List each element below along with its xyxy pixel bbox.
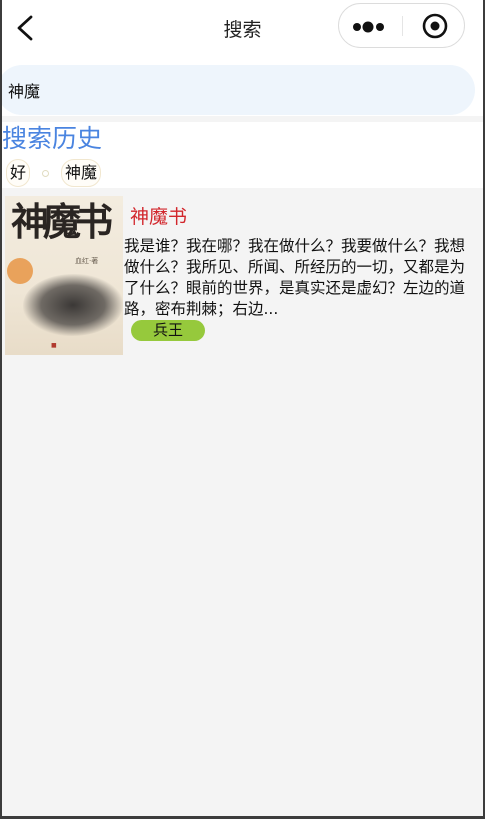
cover-dragon-ink-graphic — [23, 274, 123, 336]
navigation-bar: 搜索 — [2, 0, 483, 56]
book-description: 我是谁？我在哪？我在做什么？我要做什么？我想做什么？我所见、所闻、所经历的一切，… — [124, 237, 466, 318]
history-tag[interactable]: 神魔 — [61, 159, 102, 187]
close-mini-program-button[interactable] — [417, 11, 453, 41]
history-tag[interactable]: 好 — [6, 159, 31, 187]
author-badge: 兵王 — [131, 320, 205, 341]
book-cover: 神魔书 血红·著 ■ — [5, 196, 123, 355]
target-circle-icon — [422, 13, 448, 39]
tag-separator-dot — [42, 169, 50, 177]
search-history-section: 搜索历史 好 神魔 — [2, 122, 483, 188]
more-button[interactable] — [349, 11, 395, 41]
cover-author: 血红·著 — [75, 257, 99, 265]
history-tag-list: 好 神魔 — [6, 159, 102, 187]
publisher-logo: ■ — [51, 342, 57, 349]
book-title: 神魔书 — [130, 206, 188, 228]
cover-title: 神魔书 — [11, 199, 113, 244]
chevron-left-icon — [17, 15, 33, 41]
search-input[interactable] — [2, 65, 475, 115]
mini-program-capsule — [338, 3, 465, 48]
back-button[interactable] — [12, 12, 42, 44]
capsule-divider — [402, 16, 403, 36]
app-frame: 搜索 搜索历史 好 神魔 — [2, 0, 483, 816]
search-area — [2, 56, 483, 116]
search-history-title: 搜索历史 — [2, 124, 103, 153]
cover-sun-graphic — [7, 258, 33, 284]
more-dots-icon — [353, 21, 384, 33]
search-result-item[interactable]: 神魔书 血红·著 ■ 神魔书 我是谁？我在哪？我在做什么？我要做什么？我想做什么… — [5, 196, 477, 356]
